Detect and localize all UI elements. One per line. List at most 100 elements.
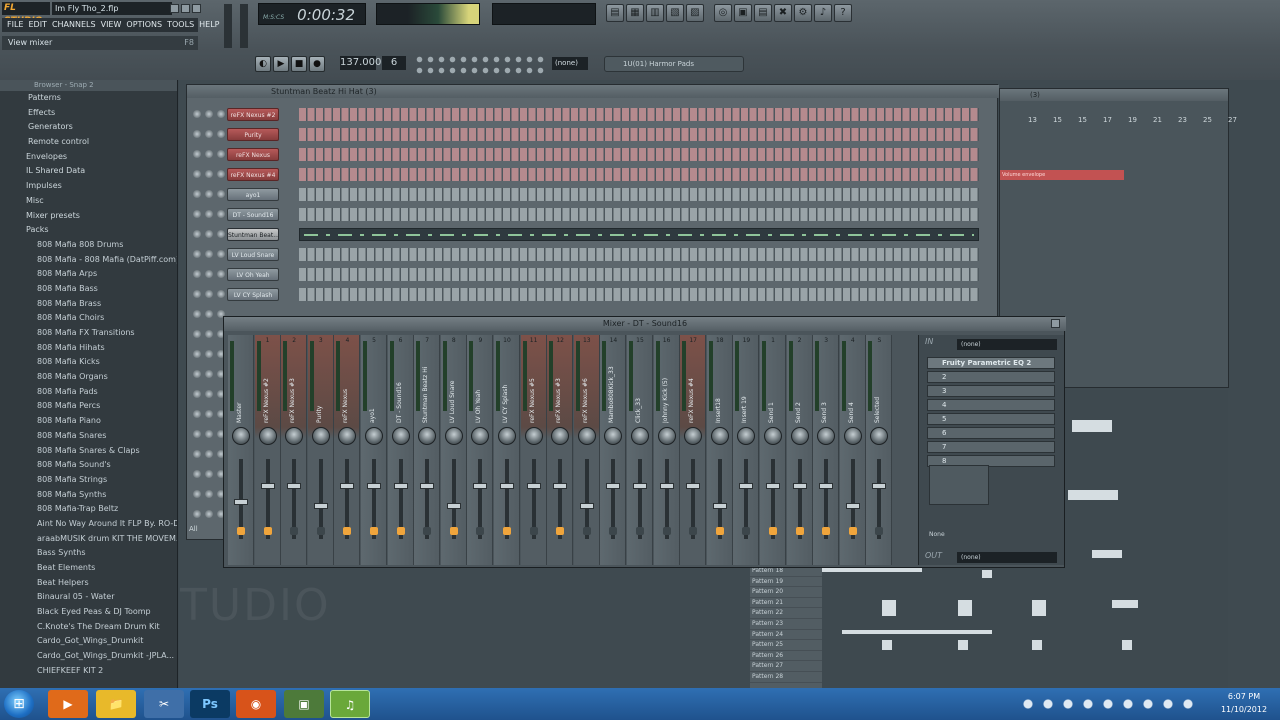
browser-root[interactable]: Envelopes bbox=[0, 150, 177, 165]
fader-cap[interactable] bbox=[473, 483, 488, 489]
pan-knob[interactable] bbox=[391, 427, 410, 445]
fader-cap[interactable] bbox=[234, 499, 248, 505]
send-led[interactable] bbox=[476, 527, 485, 535]
volume-knob[interactable] bbox=[217, 110, 225, 118]
pattern-name[interactable]: Pattern 23 bbox=[750, 619, 822, 630]
fader-cap[interactable] bbox=[872, 483, 887, 489]
step-buttons[interactable] bbox=[299, 288, 979, 301]
browser-pack[interactable]: 808 Mafia Pads bbox=[0, 385, 177, 400]
volume-knob[interactable] bbox=[217, 230, 225, 238]
maximize-icon[interactable] bbox=[181, 4, 190, 13]
browser-pack[interactable]: 808 Mafia Strings bbox=[0, 473, 177, 488]
mixer-track[interactable]: 9 LV Oh Yeah bbox=[467, 335, 494, 565]
pan-knob[interactable] bbox=[205, 490, 213, 498]
send-led[interactable] bbox=[689, 527, 698, 535]
browser-pack[interactable]: 808 Mafia - 808 Mafia (DatPiff.com) bbox=[0, 253, 177, 268]
mute-toggle[interactable] bbox=[193, 270, 201, 278]
mixer-track[interactable]: 1 Send 1 bbox=[760, 335, 786, 565]
step-sequencer-icon[interactable]: ▦ bbox=[626, 4, 644, 22]
pan-knob[interactable] bbox=[684, 427, 703, 445]
pan-knob[interactable] bbox=[205, 110, 213, 118]
fx-slot[interactable]: 4 bbox=[927, 399, 1055, 411]
browser-root[interactable]: Packs bbox=[0, 223, 177, 238]
pan-knob[interactable] bbox=[205, 150, 213, 158]
volume-knob[interactable] bbox=[217, 190, 225, 198]
send-led[interactable] bbox=[290, 527, 299, 535]
mute-toggle[interactable] bbox=[193, 230, 201, 238]
pan-knob[interactable] bbox=[205, 270, 213, 278]
pattern-clip[interactable] bbox=[982, 570, 992, 578]
fader-cap[interactable] bbox=[739, 483, 754, 489]
render-icon[interactable]: ▤ bbox=[754, 4, 772, 22]
pan-knob[interactable] bbox=[205, 370, 213, 378]
fader-cap[interactable] bbox=[393, 483, 408, 489]
browser-folder[interactable]: Remote control bbox=[0, 135, 177, 150]
channel-button[interactable]: LV Loud Snare bbox=[227, 248, 279, 261]
volume-knob[interactable] bbox=[217, 130, 225, 138]
close-icon[interactable] bbox=[1051, 319, 1060, 328]
fader-cap[interactable] bbox=[819, 483, 834, 489]
send-led[interactable] bbox=[449, 527, 458, 535]
mute-toggle[interactable] bbox=[193, 510, 201, 518]
browser-pack[interactable]: Binaural 05 - Water bbox=[0, 590, 177, 605]
browser-root[interactable]: Misc bbox=[0, 194, 177, 209]
mixer-track[interactable]: 19 Insert 19 bbox=[733, 335, 760, 565]
pattern-clip[interactable] bbox=[822, 568, 922, 572]
mute-toggle[interactable] bbox=[193, 250, 201, 258]
pattern-selector[interactable]: 6 bbox=[382, 56, 406, 70]
fader-cap[interactable] bbox=[686, 483, 701, 489]
tools-icon[interactable]: ✖ bbox=[774, 4, 792, 22]
input-selector[interactable]: (none) bbox=[957, 339, 1057, 350]
fader-cap[interactable] bbox=[766, 483, 780, 489]
mixer-track[interactable]: 7 Stuntman Beatz Hi Hat bbox=[414, 335, 441, 565]
send-led[interactable] bbox=[343, 527, 352, 535]
browser-pack[interactable]: 808 Mafia Snares & Claps bbox=[0, 444, 177, 459]
pan-knob[interactable] bbox=[205, 310, 213, 318]
photoshop-icon[interactable]: Ps bbox=[190, 690, 230, 718]
mute-toggle[interactable] bbox=[193, 370, 201, 378]
send-led[interactable] bbox=[609, 527, 618, 535]
pattern-name[interactable]: Pattern 24 bbox=[750, 630, 822, 641]
menu-file[interactable]: FILE bbox=[7, 18, 23, 32]
fx-slot[interactable]: 6 bbox=[927, 427, 1055, 439]
channel-button[interactable]: LV Oh Yeah bbox=[227, 268, 279, 281]
volume-knob[interactable] bbox=[217, 250, 225, 258]
pan-knob[interactable] bbox=[205, 170, 213, 178]
browser-folder[interactable]: Generators bbox=[0, 120, 177, 135]
pattern-name[interactable]: Pattern 26 bbox=[750, 651, 822, 662]
snap-selector[interactable]: (none) bbox=[552, 57, 588, 70]
mute-toggle[interactable] bbox=[193, 130, 201, 138]
menu-options[interactable]: OPTIONS bbox=[126, 18, 162, 32]
playlist-icon[interactable]: ▤ bbox=[606, 4, 624, 22]
app-icon[interactable]: ✂ bbox=[144, 690, 184, 718]
pan-knob[interactable] bbox=[285, 427, 304, 445]
fader-cap[interactable] bbox=[792, 483, 807, 489]
send-led[interactable] bbox=[715, 527, 724, 535]
pattern-clip[interactable] bbox=[1122, 640, 1132, 650]
pan-knob[interactable] bbox=[258, 427, 277, 445]
stop-icon[interactable]: ■ bbox=[291, 56, 307, 72]
pattern-name[interactable]: Pattern 25 bbox=[750, 640, 822, 651]
pattern-name[interactable]: Pattern 22 bbox=[750, 608, 822, 619]
fader-cap[interactable] bbox=[420, 483, 435, 489]
mixer-icon[interactable]: ▨ bbox=[686, 4, 704, 22]
browser-root[interactable]: IL Shared Data bbox=[0, 164, 177, 179]
pattern-name[interactable]: Pattern 20 bbox=[750, 587, 822, 598]
mute-toggle[interactable] bbox=[193, 150, 201, 158]
step-buttons[interactable] bbox=[299, 148, 979, 161]
mixer-track[interactable]: 6 DT - Sound16 bbox=[387, 335, 414, 565]
media-player-icon[interactable]: ▶ bbox=[48, 690, 88, 718]
pattern-clip[interactable] bbox=[1112, 600, 1138, 608]
pattern-name[interactable]: Pattern 21 bbox=[750, 598, 822, 609]
send-led[interactable] bbox=[636, 527, 644, 535]
browser-pack[interactable]: 808 Mafia Percs bbox=[0, 399, 177, 414]
mixer-track[interactable]: 2 reFX Nexus #3 bbox=[281, 335, 308, 565]
browser-pack[interactable]: CHIEFKEEF KIT 2 bbox=[0, 664, 177, 679]
pattern-song-toggle[interactable]: ◐ bbox=[255, 56, 271, 72]
browser-pack[interactable]: Beat Elements bbox=[0, 561, 177, 576]
browser-pack[interactable]: Cardo_Got_Wings_Drumkit bbox=[0, 634, 177, 649]
pan-knob[interactable] bbox=[604, 427, 623, 445]
pan-knob[interactable] bbox=[205, 470, 213, 478]
minimize-icon[interactable] bbox=[170, 4, 179, 13]
pan-knob[interactable] bbox=[365, 427, 383, 445]
